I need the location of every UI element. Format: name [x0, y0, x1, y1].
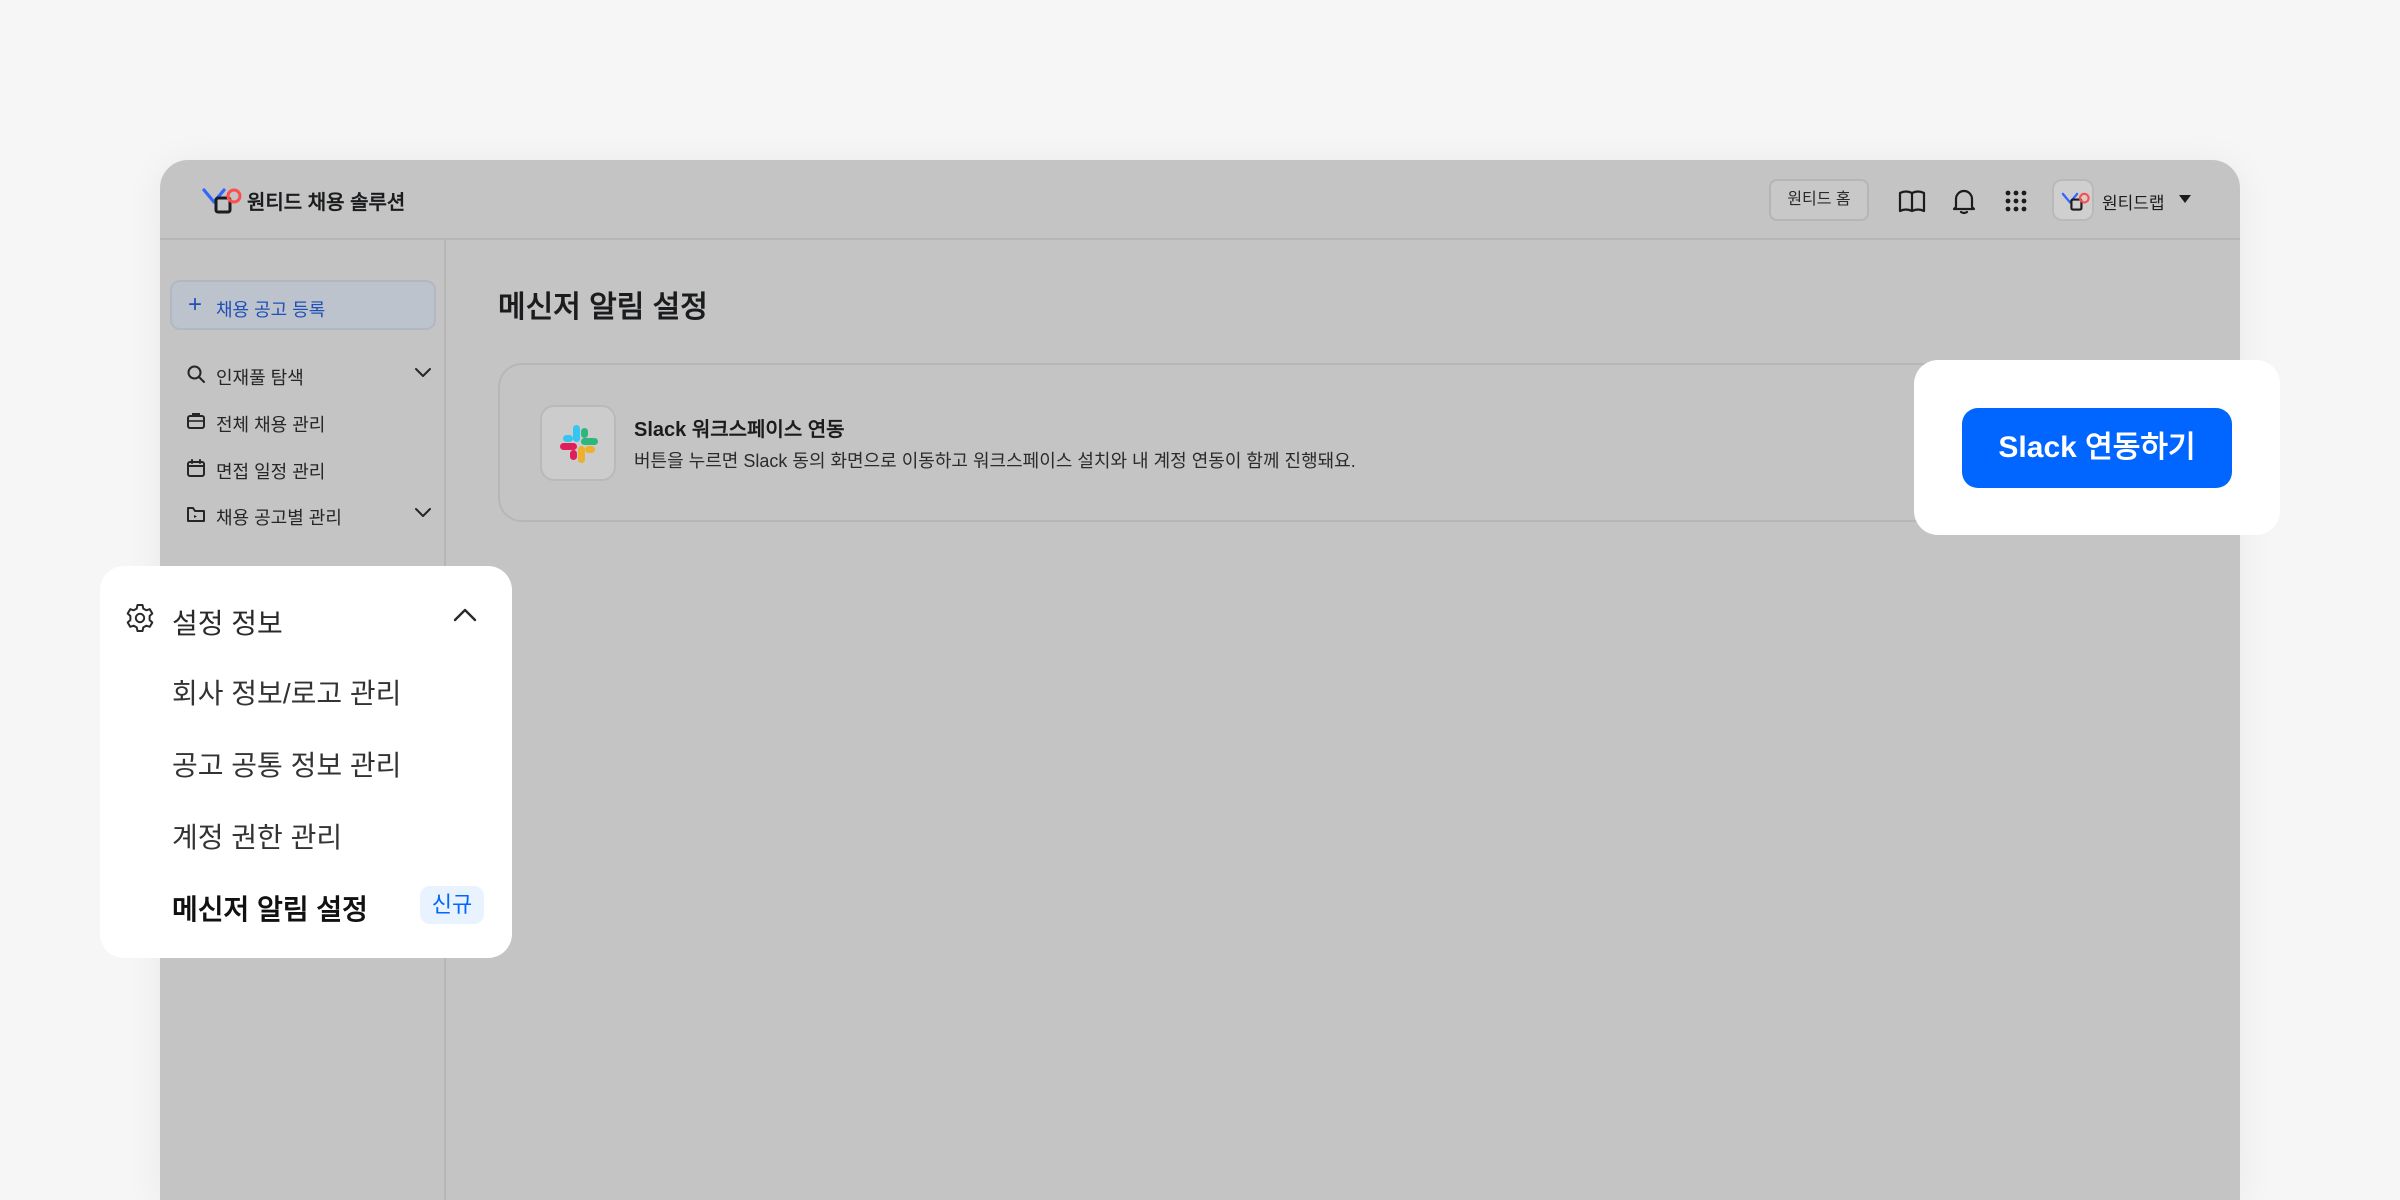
- slack-logo: [540, 405, 616, 481]
- sidebar-item-label: 인재풀 탐색: [216, 368, 304, 388]
- slack-connect-button[interactable]: Slack 연동하기: [1962, 408, 2232, 488]
- sidebar-item-label: 면접 일정 관리: [216, 462, 326, 482]
- company-avatar[interactable]: [2052, 179, 2094, 221]
- settings-item-company-info[interactable]: 회사 정보/로고 관리: [172, 672, 401, 712]
- settings-section-header[interactable]: 설정 정보: [100, 566, 512, 639]
- sidebar-item-label: 채용 공고별 관리: [216, 508, 342, 528]
- brand-name: 원티드 채용 솔루션: [247, 192, 406, 214]
- sidebar-item-talent-pool[interactable]: 인재풀 탐색: [176, 356, 436, 392]
- book-icon[interactable]: [1897, 186, 1927, 216]
- gear-icon: [126, 604, 154, 632]
- slack-icon: [560, 425, 598, 463]
- post-job-button-label: 채용 공고 등록: [216, 300, 326, 320]
- slack-card-title: Slack 워크스페이스 연동: [634, 419, 845, 441]
- settings-item-messenger-alerts[interactable]: 메신저 알림 설정: [172, 888, 368, 928]
- slack-card-description: 버튼을 누르면 Slack 동의 화면으로 이동하고 워크스페이스 설치와 내 …: [634, 451, 1356, 471]
- page-title: 메신저 알림 설정: [498, 291, 708, 324]
- settings-item-common-posting-info[interactable]: 공고 공통 정보 관리: [172, 744, 401, 784]
- sidebar-item-all-recruiting[interactable]: 전체 채용 관리: [176, 403, 436, 439]
- bell-icon[interactable]: [1949, 186, 1979, 216]
- wanted-logo-icon: [2061, 192, 2090, 211]
- sidebar-item-per-posting[interactable]: 채용 공고별 관리: [176, 496, 436, 532]
- chevron-down-icon[interactable]: [414, 506, 432, 520]
- briefcase-icon: [187, 413, 205, 429]
- connect-popup: Slack 연동하기: [1914, 360, 2280, 535]
- apps-grid-icon[interactable]: [2001, 186, 2031, 216]
- wanted-home-button[interactable]: 원티드 홈: [1769, 179, 1869, 221]
- settings-section-label: 설정 정보: [172, 608, 283, 639]
- search-icon: [187, 365, 205, 383]
- calendar-icon: [187, 459, 205, 477]
- top-bar: 원티드 채용 솔루션 원티드 홈 원티드랩: [160, 160, 2240, 240]
- folder-icon: [187, 507, 205, 522]
- post-job-button[interactable]: + 채용 공고 등록: [170, 280, 436, 330]
- new-badge: 신규: [420, 886, 484, 924]
- chevron-down-icon[interactable]: [414, 366, 432, 380]
- sidebar-item-interview-schedule[interactable]: 면접 일정 관리: [176, 450, 436, 486]
- caret-down-icon[interactable]: [2178, 193, 2192, 205]
- sidebar-item-label: 전체 채용 관리: [216, 415, 326, 435]
- plus-icon: +: [188, 291, 203, 318]
- slack-integration-card: Slack 워크스페이스 연동 버튼을 누르면 Slack 동의 화면으로 이동…: [498, 363, 2058, 522]
- settings-menu-popup: 설정 정보 회사 정보/로고 관리 공고 공통 정보 관리 계정 권한 관리 메…: [100, 566, 512, 958]
- wanted-logo-icon: [202, 188, 242, 214]
- settings-item-account-permissions[interactable]: 계정 권한 관리: [172, 816, 342, 856]
- chevron-up-icon[interactable]: [452, 606, 478, 624]
- user-name[interactable]: 원티드랩: [2102, 189, 2165, 214]
